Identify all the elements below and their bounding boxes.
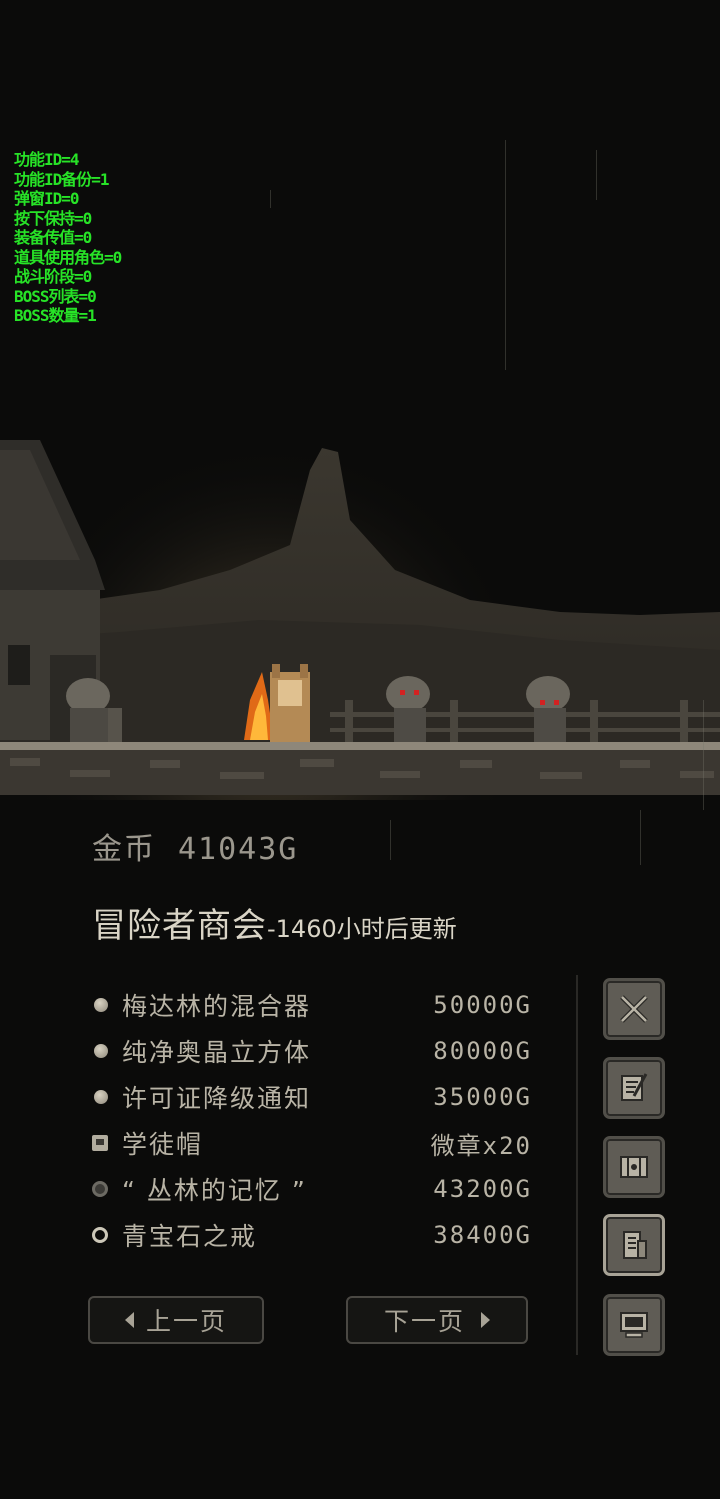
- triangle-right-icon: [481, 1312, 490, 1328]
- orb-icon: [94, 1090, 108, 1104]
- next-page-button[interactable]: 下一页: [346, 1296, 528, 1344]
- hat-icon: [92, 1135, 108, 1151]
- shop-item[interactable]: 纯净奥晶立方体 80000G: [92, 1028, 532, 1074]
- rain-streak: [505, 140, 506, 370]
- panel-divider: [576, 975, 578, 1355]
- item-name: 梅达林的混合器: [122, 992, 312, 1021]
- map-icon: [620, 1156, 648, 1178]
- disc-icon: [92, 1181, 108, 1197]
- item-name: “ 丛林的记忆 ”: [122, 1176, 307, 1205]
- rain-streak: [703, 700, 704, 810]
- hero-sprite: [270, 664, 310, 742]
- debug-line: BOSS列表=0: [14, 286, 97, 306]
- rain-streak: [640, 810, 641, 865]
- item-price: 微章x20: [430, 1131, 532, 1160]
- orb-icon: [94, 998, 108, 1012]
- debug-line: 功能ID=4: [14, 150, 80, 169]
- rain-streak: [270, 190, 271, 208]
- debug-line: 功能ID备份=1: [14, 169, 110, 189]
- debug-line: 按下保持=0: [14, 208, 92, 228]
- side-button-map[interactable]: [603, 1136, 665, 1198]
- shop-item[interactable]: 青宝石之戒 38400G: [92, 1212, 532, 1258]
- debug-overlay: 功能ID=4 功能ID备份=1 弹窗ID=0 按下保持=0 装备传值=0 道具使…: [14, 150, 122, 326]
- shop-refresh-timer: -1460小时后更新: [267, 915, 457, 943]
- prev-page-label: 上一页: [145, 1307, 227, 1336]
- side-button-shop[interactable]: [603, 1214, 665, 1276]
- item-price: 38400G: [433, 1221, 532, 1249]
- item-name: 青宝石之戒: [122, 1222, 258, 1251]
- swords-icon: [620, 995, 648, 1023]
- debug-line: 装备传值=0: [14, 228, 92, 247]
- gold-display: 金币 41043G: [92, 824, 298, 868]
- shop-item[interactable]: 梅达林的混合器 50000G: [92, 982, 532, 1028]
- gold-label: 金币: [92, 832, 156, 867]
- rain-streak: [390, 820, 391, 860]
- item-price: 43200G: [433, 1175, 532, 1203]
- orb-icon: [94, 1044, 108, 1058]
- shop-item[interactable]: “ 丛林的记忆 ” 43200G: [92, 1166, 532, 1212]
- gold-value: 41043G: [178, 832, 299, 867]
- item-name: 学徒帽: [122, 1130, 204, 1159]
- shop-item[interactable]: 许可证降级通知 35000G: [92, 1074, 532, 1120]
- rain-streak: [596, 150, 597, 200]
- game-scene: [0, 0, 720, 800]
- item-name: 许可证降级通知: [122, 1084, 312, 1113]
- debug-line: 战斗阶段=0: [14, 267, 92, 286]
- quill-scroll-icon: [621, 1073, 648, 1101]
- shop-item[interactable]: 学徒帽 微章x20: [92, 1120, 532, 1166]
- shop-scroll-icon: [623, 1231, 647, 1259]
- ground: [0, 742, 720, 750]
- computer-icon: [620, 1312, 648, 1338]
- side-button-system[interactable]: [603, 1294, 665, 1356]
- next-page-label: 下一页: [383, 1307, 465, 1336]
- ring-icon: [92, 1227, 108, 1243]
- shop-name: 冒险者商会: [92, 906, 267, 946]
- shop-title: 冒险者商会-1460小时后更新: [92, 898, 457, 947]
- item-price: 50000G: [433, 991, 532, 1019]
- side-button-battle[interactable]: [603, 978, 665, 1040]
- debug-line: BOSS数量=1: [14, 306, 97, 325]
- item-price: 35000G: [433, 1083, 532, 1111]
- triangle-left-icon: [124, 1312, 134, 1328]
- side-button-quest[interactable]: [603, 1057, 665, 1119]
- prev-page-button[interactable]: 上一页: [88, 1296, 264, 1344]
- item-name: 纯净奥晶立方体: [122, 1038, 312, 1067]
- shop-item-list: 梅达林的混合器 50000G 纯净奥晶立方体 80000G 许可证降级通知 35…: [92, 982, 532, 1258]
- item-price: 80000G: [433, 1037, 532, 1065]
- debug-line: 弹窗ID=0: [14, 189, 80, 208]
- debug-line: 道具使用角色=0: [14, 247, 122, 267]
